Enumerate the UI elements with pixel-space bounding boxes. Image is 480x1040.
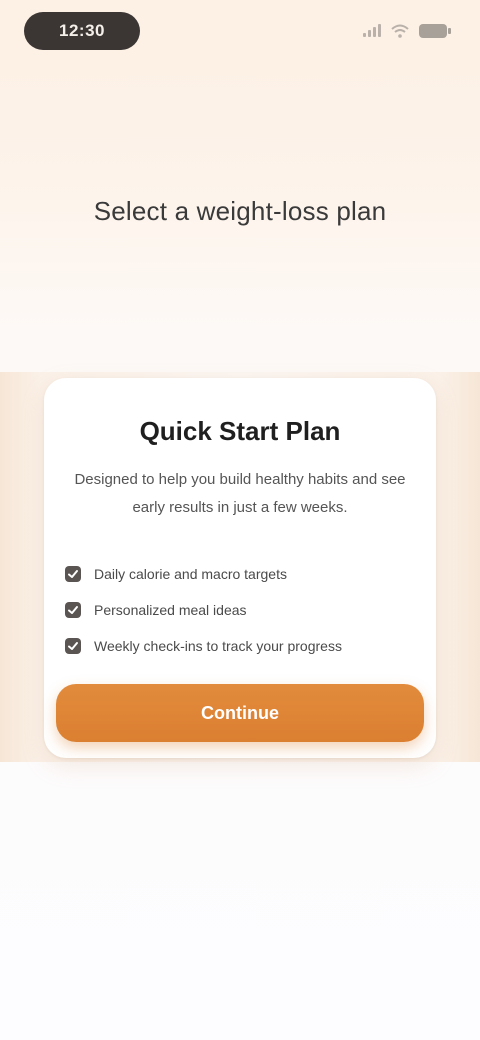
list-item: Weekly check-ins to track your progress — [64, 628, 416, 664]
check-icon — [64, 601, 82, 619]
plan-title: Quick Start Plan — [139, 416, 341, 446]
continue-button[interactable]: Continue — [56, 684, 424, 742]
feature-text: Daily calorie and macro targets — [94, 566, 287, 582]
battery-icon — [418, 23, 452, 39]
check-icon — [64, 565, 82, 583]
feature-text: Personalized meal ideas — [94, 602, 247, 618]
status-bar: 12:30 — [0, 0, 480, 64]
check-icon — [64, 637, 82, 655]
page-title: Select a weight-loss plan — [93, 196, 387, 226]
signal-icon — [362, 24, 382, 38]
status-icons — [362, 20, 452, 42]
list-item: Daily calorie and macro targets — [64, 556, 416, 592]
feature-list: Daily calorie and macro targets Personal… — [64, 556, 416, 664]
list-item: Personalized meal ideas — [64, 592, 416, 628]
plan-description: Designed to help you build healthy habit… — [74, 471, 406, 516]
plan-card[interactable]: Quick Start Plan Designed to help you bu… — [44, 378, 436, 758]
feature-text: Weekly check-ins to track your progress — [94, 638, 342, 654]
status-time: 12:30 — [24, 12, 140, 50]
wifi-icon — [390, 24, 410, 38]
